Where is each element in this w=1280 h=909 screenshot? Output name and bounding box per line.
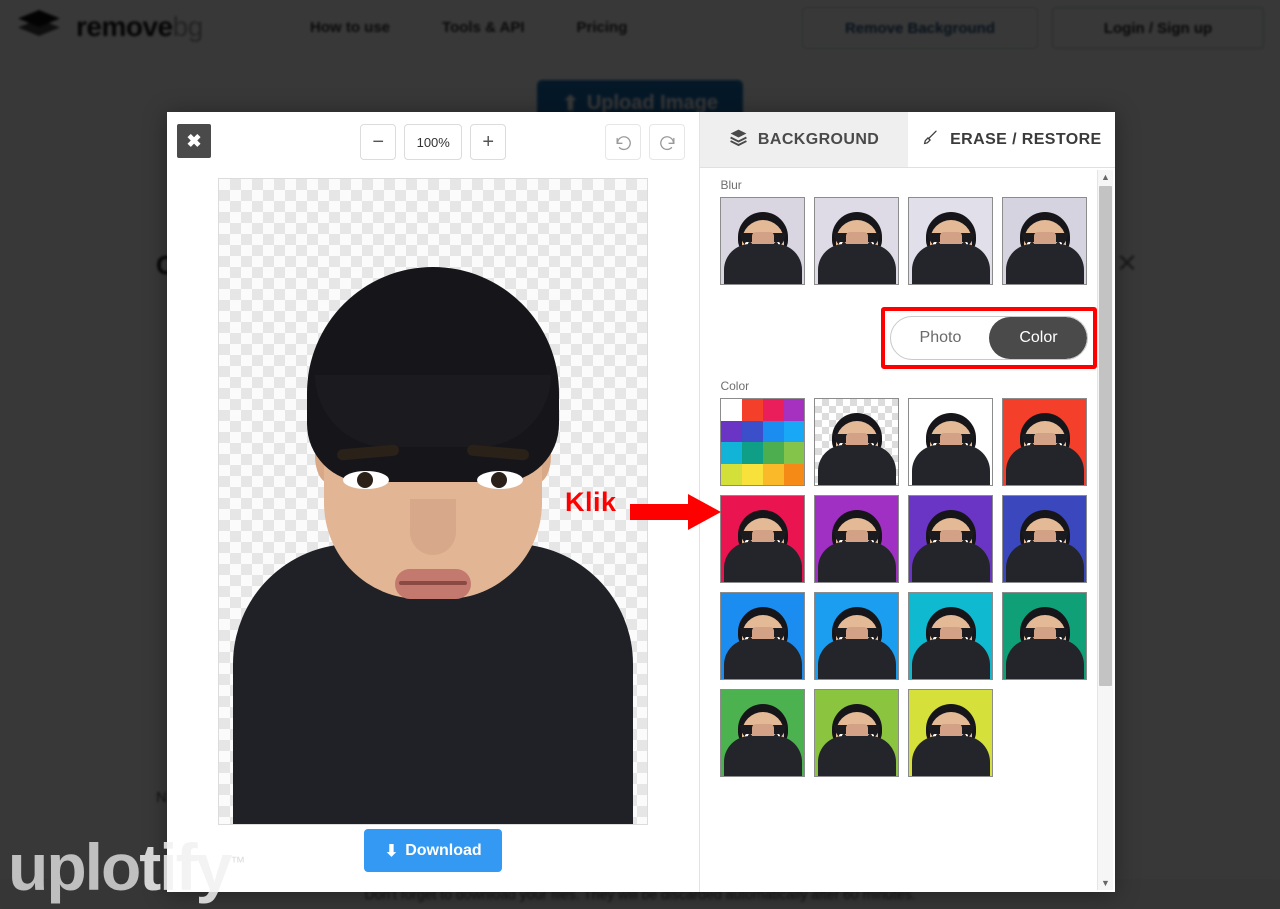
- options-scrollbar[interactable]: ▲ ▼: [1097, 170, 1113, 890]
- editor-canvas-pane: ✖ − 100% + ⬇ Download: [167, 112, 701, 892]
- arrow-right-icon: [630, 492, 722, 537]
- download-label: Download: [405, 841, 482, 859]
- color-toggle-button[interactable]: Color: [989, 317, 1088, 359]
- download-button[interactable]: ⬇ Download: [364, 829, 503, 872]
- options-scroll-area[interactable]: Blur Photo Color Color: [700, 168, 1115, 892]
- palette-cell-10[interactable]: [742, 442, 763, 464]
- palette-cell-6[interactable]: [742, 420, 763, 442]
- chevron-down-icon[interactable]: ▼: [1098, 876, 1113, 890]
- palette-cell-11[interactable]: [762, 442, 784, 464]
- tab-background[interactable]: BACKGROUND: [700, 112, 908, 167]
- color-transparent[interactable]: [814, 398, 900, 486]
- watermark-dark: uplo: [8, 830, 141, 904]
- palette-cell-16[interactable]: [783, 463, 805, 485]
- palette-cell-5[interactable]: [721, 420, 743, 442]
- photo-color-toggle: Photo Color: [890, 316, 1089, 360]
- color-red-orange[interactable]: [1002, 398, 1088, 486]
- tab-erase-restore[interactable]: ERASE / RESTORE: [907, 112, 1115, 167]
- palette-cell-1[interactable]: [721, 399, 743, 421]
- palette-cell-8[interactable]: [783, 420, 805, 442]
- color-sky-blue[interactable]: [814, 592, 900, 680]
- color-lime[interactable]: [908, 689, 994, 777]
- watermark-light: tify: [139, 830, 232, 904]
- blur-option-1[interactable]: [720, 197, 806, 285]
- color-violet[interactable]: [908, 495, 994, 583]
- palette-cell-3[interactable]: [762, 399, 784, 421]
- color-purple[interactable]: [814, 495, 900, 583]
- redo-icon[interactable]: [649, 124, 686, 160]
- palette-cell-9[interactable]: [721, 442, 743, 464]
- editor-toolbar: ✖ − 100% +: [167, 112, 699, 170]
- zoom-in-button[interactable]: +: [470, 124, 507, 160]
- watermark: uplotify™: [8, 829, 245, 905]
- palette-cell-12[interactable]: [783, 442, 805, 464]
- palette-cell-7[interactable]: [762, 420, 784, 442]
- color-picker-swatch[interactable]: [720, 398, 806, 486]
- undo-icon[interactable]: [605, 124, 642, 160]
- color-green[interactable]: [720, 689, 806, 777]
- download-icon: ⬇: [384, 842, 399, 860]
- color-pink[interactable]: [720, 495, 806, 583]
- zoom-out-button[interactable]: −: [360, 124, 397, 160]
- zoom-level-value[interactable]: 100%: [404, 124, 463, 160]
- blur-option-2[interactable]: [814, 197, 900, 285]
- palette-cell-2[interactable]: [742, 399, 763, 421]
- color-indigo[interactable]: [1002, 495, 1088, 583]
- color-section-label: Color: [720, 379, 750, 393]
- blur-option-3[interactable]: [908, 197, 994, 285]
- annotation-label: Klik: [565, 487, 617, 517]
- color-light-green[interactable]: [814, 689, 900, 777]
- brush-icon: [921, 128, 940, 152]
- color-thumb-grid: [700, 398, 1095, 777]
- tab-background-label: BACKGROUND: [757, 130, 880, 148]
- chevron-up-icon[interactable]: ▲: [1098, 170, 1113, 184]
- palette-cell-14[interactable]: [742, 463, 763, 485]
- photo-toggle-button[interactable]: Photo: [891, 317, 989, 359]
- scrollbar-thumb[interactable]: [1099, 186, 1112, 686]
- watermark-mark: ™: [230, 854, 245, 871]
- mode-toggle-row: Photo Color: [700, 307, 1115, 369]
- blur-section-label: Blur: [720, 178, 742, 192]
- color-button-highlight: Photo Color: [881, 307, 1098, 369]
- tab-erase-restore-label: ERASE / RESTORE: [950, 130, 1102, 148]
- blur-option-4[interactable]: [1002, 197, 1088, 285]
- layers-icon: [729, 128, 748, 152]
- palette-cell-15[interactable]: [762, 463, 784, 485]
- history-controls: [605, 124, 686, 160]
- palette-cell-4[interactable]: [783, 399, 805, 421]
- color-blue[interactable]: [720, 592, 806, 680]
- color-teal[interactable]: [1002, 592, 1088, 680]
- color-cyan[interactable]: [908, 592, 994, 680]
- color-white[interactable]: [908, 398, 994, 486]
- blur-thumb-grid: [700, 197, 1095, 285]
- editor-tabs: BACKGROUND ERASE / RESTORE: [700, 112, 1115, 168]
- palette-cell-13[interactable]: [721, 463, 743, 485]
- editor-options-pane: BACKGROUND ERASE / RESTORE Blur Photo Co…: [700, 112, 1115, 892]
- close-editor-button[interactable]: ✖: [177, 124, 211, 158]
- zoom-controls: − 100% +: [360, 124, 507, 160]
